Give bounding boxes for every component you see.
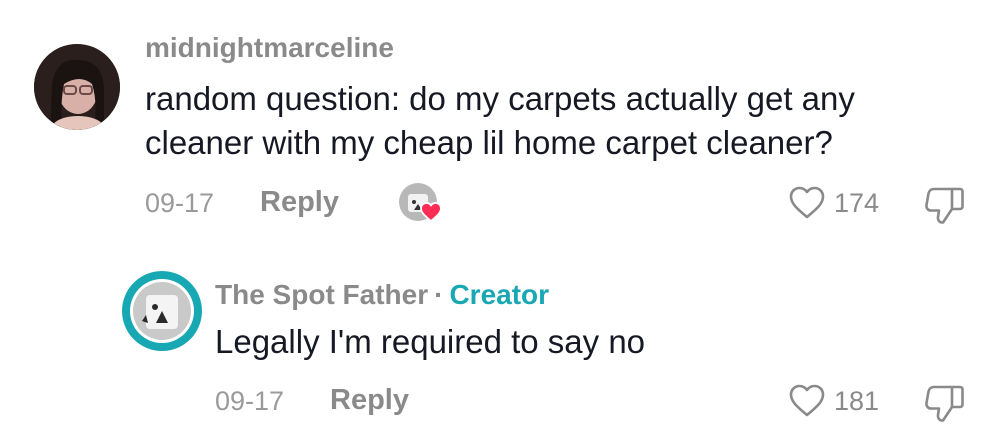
heart-outline-icon bbox=[789, 186, 825, 219]
liked-by-creator-heart-icon bbox=[420, 202, 442, 222]
thumbs-down-icon bbox=[925, 385, 964, 422]
thumbs-down-icon bbox=[925, 187, 964, 224]
like-button[interactable]: 181 bbox=[788, 384, 879, 418]
creator-avatar-photo bbox=[126, 275, 198, 347]
heart-outline-icon bbox=[789, 384, 825, 417]
creator-badge: Creator bbox=[449, 279, 550, 310]
comment-username[interactable]: midnightmarceline bbox=[145, 32, 394, 64]
liked-by-creator-badge bbox=[398, 182, 442, 226]
avatar[interactable] bbox=[34, 44, 120, 130]
like-count: 174 bbox=[834, 187, 880, 218]
creator-avatar[interactable] bbox=[122, 271, 202, 351]
like-count: 181 bbox=[834, 385, 880, 416]
reply-button[interactable]: Reply bbox=[260, 186, 339, 219]
comment-username[interactable]: The Spot Father · Creator bbox=[215, 279, 549, 311]
comment-text-line-1: random question: do my carpets actually … bbox=[145, 80, 855, 117]
comment-date: 09-17 bbox=[215, 386, 285, 416]
comment-text: Legally I'm required to say no bbox=[215, 323, 646, 360]
dislike-button[interactable] bbox=[924, 383, 966, 428]
like-button[interactable]: 174 bbox=[788, 186, 879, 220]
reply-button[interactable]: Reply bbox=[330, 384, 409, 417]
separator-dot: · bbox=[434, 279, 444, 310]
comment-text-line-2: cleaner with my cheap lil home carpet cl… bbox=[145, 124, 833, 161]
avatar-photo bbox=[34, 44, 120, 130]
creator-username[interactable]: The Spot Father bbox=[215, 279, 428, 310]
comment-date: 09-17 bbox=[145, 188, 215, 218]
dislike-button[interactable] bbox=[924, 185, 966, 230]
